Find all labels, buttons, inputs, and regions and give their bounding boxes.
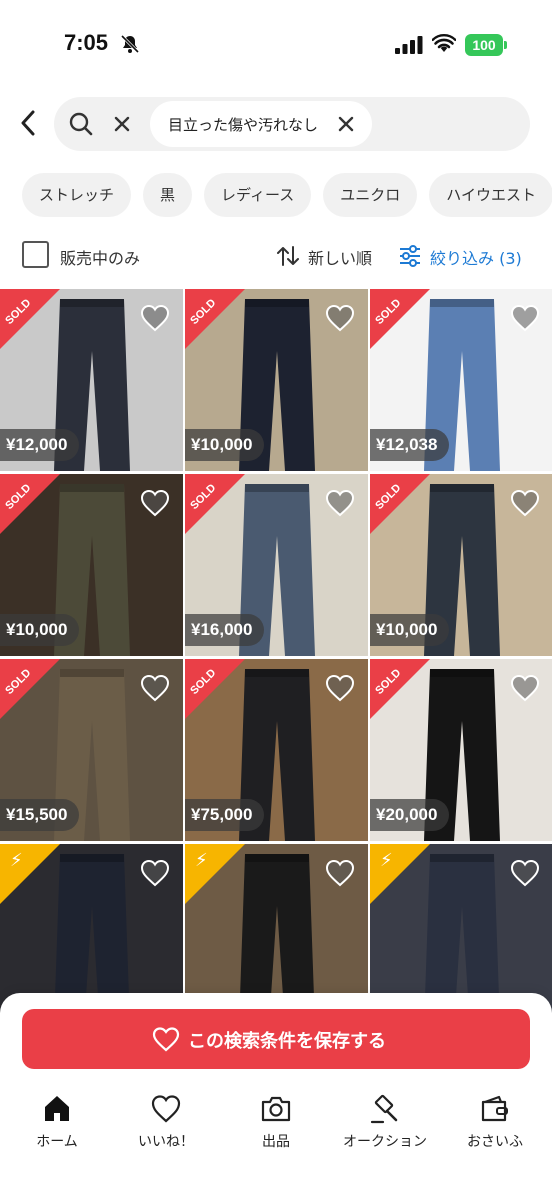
filter-sliders-icon[interactable]	[398, 244, 422, 268]
like-heart-icon[interactable]	[509, 303, 541, 333]
price-tag: ¥10,000	[0, 614, 80, 646]
nav-home[interactable]: ホーム	[2, 1093, 112, 1153]
heart-outline-icon	[151, 1095, 181, 1123]
sold-badge: SOLD	[0, 474, 60, 534]
like-heart-icon[interactable]	[139, 673, 171, 703]
nav-wallet-label: おさいふ	[467, 1134, 523, 1150]
item-card[interactable]: SOLD ¥15,500	[0, 659, 183, 841]
search-condition-chip[interactable]: 目立った傷や汚れなし	[150, 101, 372, 147]
sold-badge: SOLD	[0, 659, 60, 719]
like-heart-icon[interactable]	[324, 858, 356, 888]
price-tag: ¥75,000	[185, 799, 265, 831]
like-heart-icon[interactable]	[324, 673, 356, 703]
item-card[interactable]: SOLD ¥10,000	[185, 289, 368, 471]
save-search-button[interactable]: この検索条件を保存する	[22, 1009, 530, 1069]
status-bar: 7:05 100	[0, 0, 552, 86]
lightning-badge-icon: ⚡	[0, 844, 60, 904]
price-tag: ¥12,038	[370, 429, 450, 461]
chip-ladies[interactable]: レディース	[204, 173, 312, 217]
status-time: 7:05	[64, 30, 109, 55]
search-condition-label: 目立った傷や汚れなし	[168, 116, 319, 134]
on-sale-only-checkbox[interactable]	[22, 241, 49, 268]
sold-badge: SOLD	[185, 659, 245, 719]
item-card[interactable]: SOLD ¥16,000	[185, 474, 368, 656]
back-arrow-icon[interactable]	[14, 106, 44, 140]
filter-button[interactable]: 絞り込み (3)	[430, 245, 522, 269]
sold-badge: SOLD	[185, 474, 245, 534]
sold-badge: SOLD	[370, 659, 430, 719]
signal-icon	[395, 36, 423, 54]
nav-wallet[interactable]: おさいふ	[440, 1093, 550, 1153]
clear-search-icon[interactable]	[108, 110, 136, 138]
sold-badge-label: SOLD	[3, 666, 34, 698]
on-sale-only-label[interactable]: 販売中のみ	[60, 245, 140, 269]
item-card[interactable]: SOLD ¥10,000	[0, 474, 183, 656]
gavel-icon	[370, 1094, 398, 1124]
sold-badge: SOLD	[185, 289, 245, 349]
camera-icon	[261, 1096, 291, 1122]
search-icon	[69, 112, 93, 136]
nav-likes[interactable]: いいね！	[111, 1093, 221, 1153]
sold-badge-label: SOLD	[188, 481, 219, 513]
chip-uniqlo[interactable]: ユニクロ	[323, 173, 418, 217]
sold-badge-label: SOLD	[373, 666, 404, 698]
chip-stretch[interactable]: ストレッチ	[22, 173, 132, 217]
bottom-nav: ホーム いいね！ 出品 オークション おさいふ	[0, 1083, 552, 1200]
item-card[interactable]: SOLD ¥75,000	[185, 659, 368, 841]
lightning-badge-icon: ⚡	[370, 844, 430, 904]
like-heart-icon[interactable]	[139, 303, 171, 333]
wallet-icon	[481, 1095, 508, 1122]
like-heart-icon[interactable]	[324, 488, 356, 518]
sold-badge-label: SOLD	[373, 296, 404, 328]
save-search-label: この検索条件を保存する	[188, 1031, 386, 1052]
price-tag: ¥12,000	[0, 429, 80, 461]
sort-button[interactable]: 新しい順	[308, 245, 372, 269]
like-heart-icon[interactable]	[324, 303, 356, 333]
sold-badge: SOLD	[370, 474, 430, 534]
like-heart-icon[interactable]	[509, 858, 541, 888]
nav-likes-label: いいね！	[138, 1134, 194, 1150]
price-tag: ¥16,000	[185, 614, 265, 646]
price-tag: ¥10,000	[370, 614, 450, 646]
item-card[interactable]: SOLD ¥12,000	[0, 289, 183, 471]
sold-badge-label: SOLD	[3, 296, 34, 328]
sold-badge-label: SOLD	[3, 481, 34, 513]
price-tag: ¥10,000	[185, 429, 265, 461]
sold-badge: SOLD	[370, 289, 430, 349]
lightning-badge-icon: ⚡	[185, 844, 245, 904]
price-tag: ¥20,000	[370, 799, 450, 831]
sold-badge-label: SOLD	[188, 296, 219, 328]
sold-badge-label: SOLD	[188, 666, 219, 698]
like-heart-icon[interactable]	[509, 673, 541, 703]
like-heart-icon[interactable]	[139, 488, 171, 518]
sold-badge-label: SOLD	[373, 481, 404, 513]
battery-indicator: 100	[465, 34, 507, 56]
nav-sell-label: 出品	[262, 1134, 290, 1150]
like-heart-icon[interactable]	[139, 858, 171, 888]
sort-icon[interactable]	[276, 245, 300, 267]
chip-black[interactable]: 黒	[143, 173, 193, 217]
chip-high-waist[interactable]: ハイウエスト	[429, 173, 552, 217]
item-card[interactable]: SOLD ¥10,000	[370, 474, 552, 656]
heart-icon	[152, 1027, 180, 1052]
search-bar[interactable]: 目立った傷や汚れなし	[54, 97, 530, 151]
like-heart-icon[interactable]	[509, 488, 541, 518]
nav-home-label: ホーム	[36, 1134, 78, 1150]
nav-auction-label: オークション	[343, 1134, 427, 1150]
save-search-panel: この検索条件を保存する	[0, 993, 552, 1083]
nav-auction[interactable]: オークション	[330, 1093, 440, 1153]
item-card[interactable]: SOLD ¥20,000	[370, 659, 552, 841]
item-card[interactable]: SOLD ¥12,038	[370, 289, 552, 471]
wifi-icon	[432, 34, 456, 52]
home-icon	[45, 1096, 69, 1121]
price-tag: ¥15,500	[0, 799, 80, 831]
sold-badge: SOLD	[0, 289, 60, 349]
remove-condition-icon[interactable]	[332, 110, 360, 138]
bell-slash-icon	[120, 34, 140, 54]
nav-sell[interactable]: 出品	[221, 1093, 331, 1153]
suggestion-chips: ストレッチ黒レディース ユニクロ ハイウエスト	[22, 173, 552, 217]
